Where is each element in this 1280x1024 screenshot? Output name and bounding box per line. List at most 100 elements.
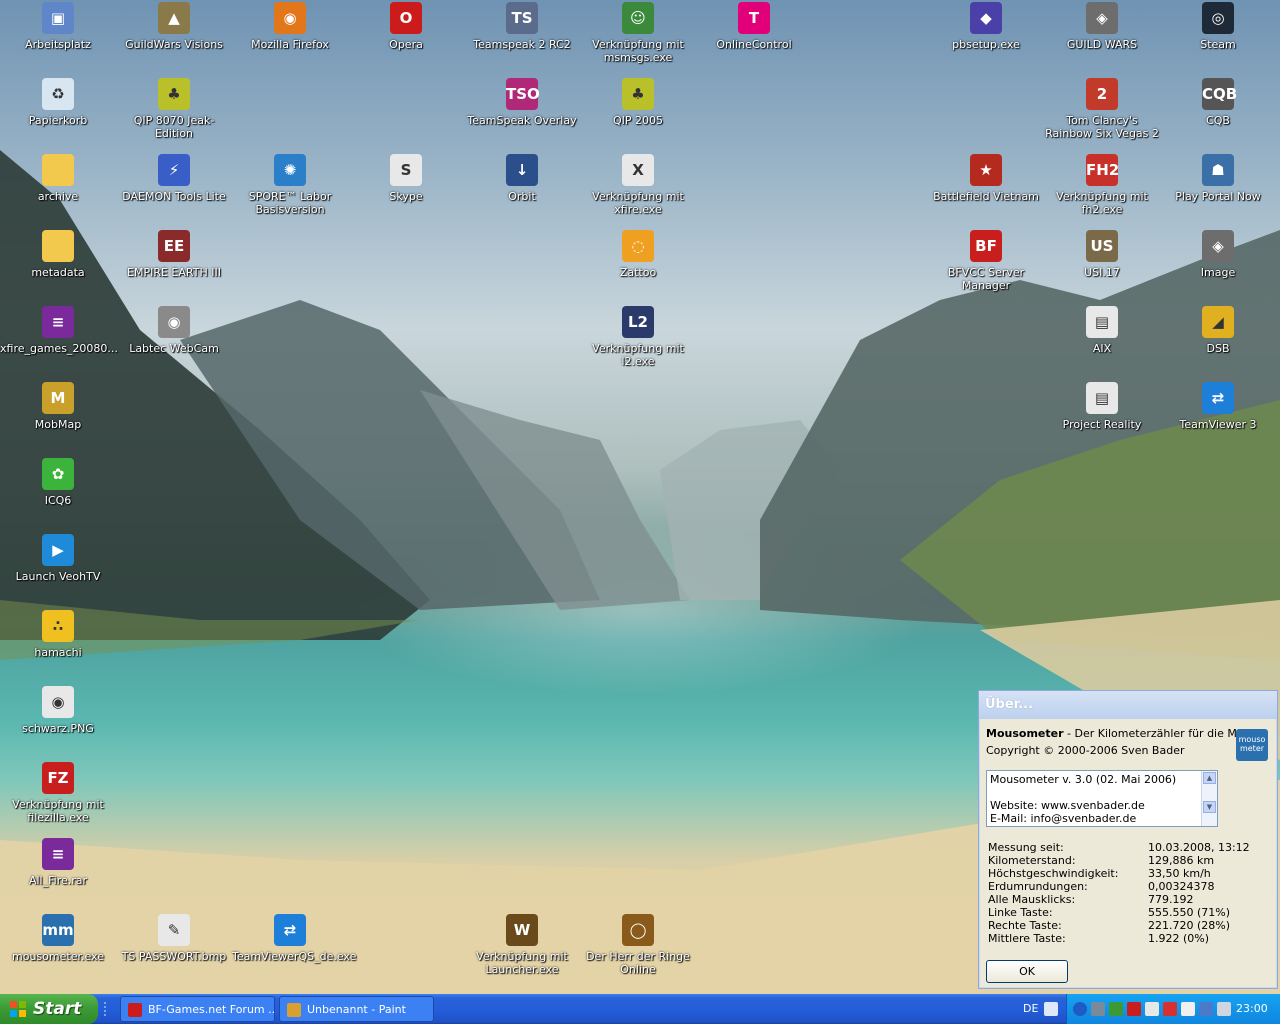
taskbar-grip[interactable]	[104, 1002, 116, 1016]
desktop-icon[interactable]: ◉ Mozilla Firefox	[232, 2, 348, 51]
desktop-icon[interactable]: archive	[0, 154, 116, 203]
desktop-icon[interactable]: ▣ Arbeitsplatz	[0, 2, 116, 51]
flash-icon[interactable]	[1163, 1002, 1177, 1016]
icon-glyph: ◌	[631, 237, 645, 255]
desktop-icon[interactable]: ▲ GuildWars Visions	[116, 2, 232, 51]
desktop-icon[interactable]: ∴ hamachi	[0, 610, 116, 659]
desktop-icon[interactable]: ♣ QIP 8070 Jeak-Edition	[116, 78, 232, 140]
keyboard-icon[interactable]	[1044, 1002, 1058, 1016]
desktop-icon[interactable]: ◉ Labtec WebCam	[116, 306, 232, 355]
clock[interactable]: 23:00	[1236, 994, 1268, 1024]
about-dialog[interactable]: Über... Mousometer - Der Kilometerzähler…	[978, 690, 1278, 989]
desktop-icon[interactable]: 2 Tom Clancy's Rainbow Six Vegas 2	[1044, 78, 1160, 140]
info-scrollbar[interactable]: ▲ ▼	[1201, 771, 1217, 826]
desktop-icon-label: Mozilla Firefox	[251, 38, 329, 51]
desktop-icon-label: mousometer.exe	[12, 950, 104, 963]
desktop-icon-label: hamachi	[34, 646, 82, 659]
desktop-icon[interactable]: ☗ Play Portal Now	[1160, 154, 1276, 203]
desktop-icon[interactable]: ◯ Der Herr der Ringe Online	[580, 914, 696, 976]
image-icon: ◈	[1202, 230, 1234, 262]
scroll-up-icon[interactable]: ▲	[1203, 772, 1216, 784]
scroll-down-icon[interactable]: ▼	[1203, 801, 1216, 813]
icon-glyph: ★	[979, 161, 993, 179]
volume-icon[interactable]	[1199, 1002, 1213, 1016]
desktop-icon[interactable]: L2 Verknüpfung mit l2.exe	[580, 306, 696, 368]
desktop-icon[interactable]: ★ Battlefield Vietnam	[928, 154, 1044, 203]
desktop-icon[interactable]: ☺ Verknüpfung mit msmsgs.exe	[580, 2, 696, 64]
desktop-icon[interactable]: US USI.17	[1044, 230, 1160, 279]
desktop-icon[interactable]: O Opera	[348, 2, 464, 51]
telekom-icon: T	[738, 2, 770, 34]
desktop-icon[interactable]: ◢ DSB	[1160, 306, 1276, 355]
desktop-icon[interactable]: W Verknüpfung mit Launcher.exe	[464, 914, 580, 976]
desktop-icon[interactable]: ♻ Papierkorb	[0, 78, 116, 127]
desktop-icon[interactable]: ◈ GUILD WARS	[1044, 2, 1160, 51]
desktop-icon-label: archive	[37, 190, 79, 203]
desktop-icon-label: TeamViewer 3	[1179, 418, 1257, 431]
desktop-icon[interactable]: ⇄ TeamViewer 3	[1160, 382, 1276, 431]
desktop-icon-label: Arbeitsplatz	[25, 38, 91, 51]
opera-icon: O	[390, 2, 422, 34]
desktop-icon[interactable]: M MobMap	[0, 382, 116, 431]
stats-table: Messung seit: 10.03.2008, 13:12 Kilometer…	[988, 841, 1268, 945]
logo-text: mouso meter	[1238, 735, 1266, 753]
icon-glyph: BF	[975, 237, 997, 255]
taskbar-button-paint[interactable]: Unbenannt - Paint	[279, 996, 434, 1022]
monitor-icon[interactable]	[1145, 1002, 1159, 1016]
dialog-titlebar[interactable]: Über...	[979, 691, 1277, 719]
desktop-icon[interactable]: ◎ Steam	[1160, 2, 1276, 51]
icon-glyph: ▣	[50, 9, 66, 27]
desktop-icon[interactable]: ▤ AIX	[1044, 306, 1160, 355]
icon-glyph: ▤	[1094, 389, 1110, 407]
desktop-icon[interactable]: S Skype	[348, 154, 464, 203]
desktop-icon[interactable]: FZ Verknüpfung mit filezilla.exe	[0, 762, 116, 824]
desktop-icon[interactable]: TSO TeamSpeak Overlay	[464, 78, 580, 127]
desktop-icon[interactable]: T OnlineControl	[696, 2, 812, 51]
desktop-icon[interactable]: ↓ Orbit	[464, 154, 580, 203]
desktop-icon[interactable]: BF BFVCC Server Manager	[928, 230, 1044, 292]
desktop-icon-label: Skype	[389, 190, 423, 203]
desktop-icon[interactable]: ◆ pbsetup.exe	[928, 2, 1044, 51]
taskbar-button-opera[interactable]: BF-Games.net Forum ...	[120, 996, 275, 1022]
desktop-icon-label: Opera	[389, 38, 423, 51]
desktop-icon[interactable]: ▶ Launch VeohTV	[0, 534, 116, 583]
desktop-icon[interactable]: ✎ TS PASSWORT.bmp	[116, 914, 232, 963]
desktop-icon[interactable]: ▤ Project Reality	[1044, 382, 1160, 431]
desktop-icon[interactable]: CQB CQB	[1160, 78, 1276, 127]
desktop-icon[interactable]: TS Teamspeak 2 RC2	[464, 2, 580, 51]
desktop[interactable]: ▣ Arbeitsplatz ▲ GuildWars Visions ◉ Mozilla …	[0, 0, 1280, 994]
start-button[interactable]: Start	[0, 994, 98, 1024]
font-icon[interactable]	[1217, 1002, 1231, 1016]
language-indicator[interactable]: DE	[1023, 994, 1038, 1024]
icon-glyph: ☗	[1211, 161, 1225, 179]
desktop-icon[interactable]: ⇄ TeamViewerQS_de.exe	[232, 914, 356, 963]
desktop-icon[interactable]: ◉ schwarz.PNG	[0, 686, 116, 735]
desktop-icon[interactable]: ◌ Zattoo	[580, 230, 696, 279]
desktop-icon[interactable]: ◈ Image	[1160, 230, 1276, 279]
security-icon[interactable]	[1109, 1002, 1123, 1016]
icon-glyph: ◢	[1212, 313, 1224, 331]
icon-glyph: ≡	[51, 313, 65, 331]
desktop-icon[interactable]: ≡ All_Fire.rar	[0, 838, 116, 887]
icon-glyph: FZ	[47, 769, 69, 787]
mouse-icon[interactable]	[1181, 1002, 1195, 1016]
shield-icon[interactable]	[1127, 1002, 1141, 1016]
desktop-icon[interactable]: X Verknüpfung mit xfire.exe	[580, 154, 696, 216]
usi-icon: US	[1086, 230, 1118, 262]
desktop-icon[interactable]: ≡ xfire_games_20080...	[0, 306, 118, 355]
desktop-icon[interactable]: ♣ QIP 2005	[580, 78, 696, 127]
desktop-icon[interactable]: ⚡ DAEMON Tools Lite	[116, 154, 232, 203]
desktop-icon[interactable]: EE EMPIRE EARTH III	[116, 230, 232, 279]
stat-key: Linke Taste:	[988, 906, 1053, 919]
network-icon[interactable]	[1091, 1002, 1105, 1016]
taskbar: Start BF-Games.net Forum ... Unbenannt -…	[0, 994, 1280, 1024]
info-textbox[interactable]: Mousometer v. 3.0 (02. Mai 2006) Website…	[986, 770, 1218, 827]
desktop-icon[interactable]: FH2 Verknüpfung mit fh2.exe	[1044, 154, 1160, 216]
desktop-icon[interactable]: ✺ SPORE™ Labor Basisversion	[232, 154, 348, 216]
desktop-icon-label: CQB	[1206, 114, 1230, 127]
tray-expand-icon[interactable]	[1073, 1002, 1087, 1016]
desktop-icon[interactable]: metadata	[0, 230, 116, 279]
ok-button[interactable]: OK	[986, 960, 1068, 983]
desktop-icon[interactable]: mm mousometer.exe	[0, 914, 116, 963]
desktop-icon[interactable]: ✿ ICQ6	[0, 458, 116, 507]
